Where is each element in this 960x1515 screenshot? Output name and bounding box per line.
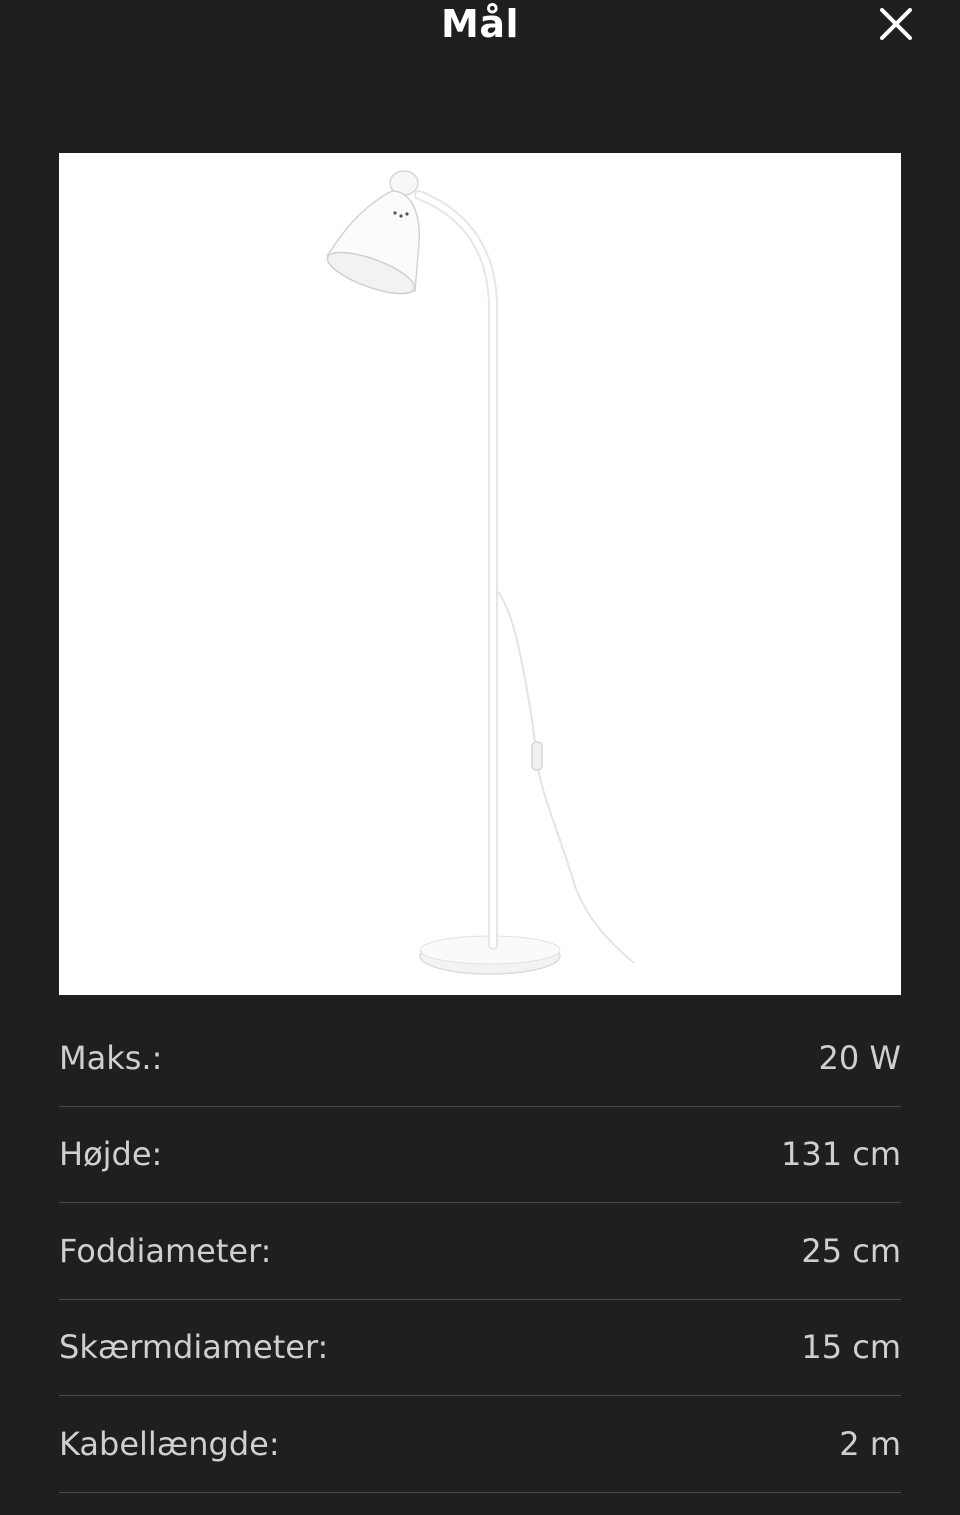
spec-row-cable-length: Kabellængde: 2 m bbox=[59, 1396, 901, 1493]
page-title: Mål bbox=[441, 2, 519, 46]
spec-label: Maks.: bbox=[59, 1038, 163, 1077]
spec-value: 20 W bbox=[818, 1038, 901, 1077]
spec-label: Foddiameter: bbox=[59, 1231, 272, 1270]
spec-row-height: Højde: 131 cm bbox=[59, 1107, 901, 1203]
spec-label: Kabellængde: bbox=[59, 1424, 280, 1463]
spec-value: 25 cm bbox=[801, 1231, 901, 1270]
close-button[interactable] bbox=[874, 6, 918, 46]
spec-label: Højde: bbox=[59, 1135, 163, 1174]
spec-value: 15 cm bbox=[801, 1328, 901, 1367]
close-icon bbox=[879, 7, 913, 45]
spec-row-max-wattage: Maks.: 20 W bbox=[59, 1010, 901, 1107]
dimensions-sheet: Mål Maks.: 20 W Højde: 131 cm Foddiamete… bbox=[0, 0, 960, 1515]
product-image bbox=[59, 153, 901, 995]
spec-label: Skærmdiameter: bbox=[59, 1328, 329, 1367]
header: Mål bbox=[0, 0, 960, 60]
spec-value: 131 cm bbox=[780, 1135, 901, 1174]
spec-row-base-diameter: Foddiameter: 25 cm bbox=[59, 1203, 901, 1300]
spec-value: 2 m bbox=[839, 1424, 901, 1463]
spec-row-shade-diameter: Skærmdiameter: 15 cm bbox=[59, 1300, 901, 1396]
specs-list: Maks.: 20 W Højde: 131 cm Foddiameter: 2… bbox=[59, 1010, 901, 1493]
floor-lamp-image bbox=[326, 170, 635, 975]
